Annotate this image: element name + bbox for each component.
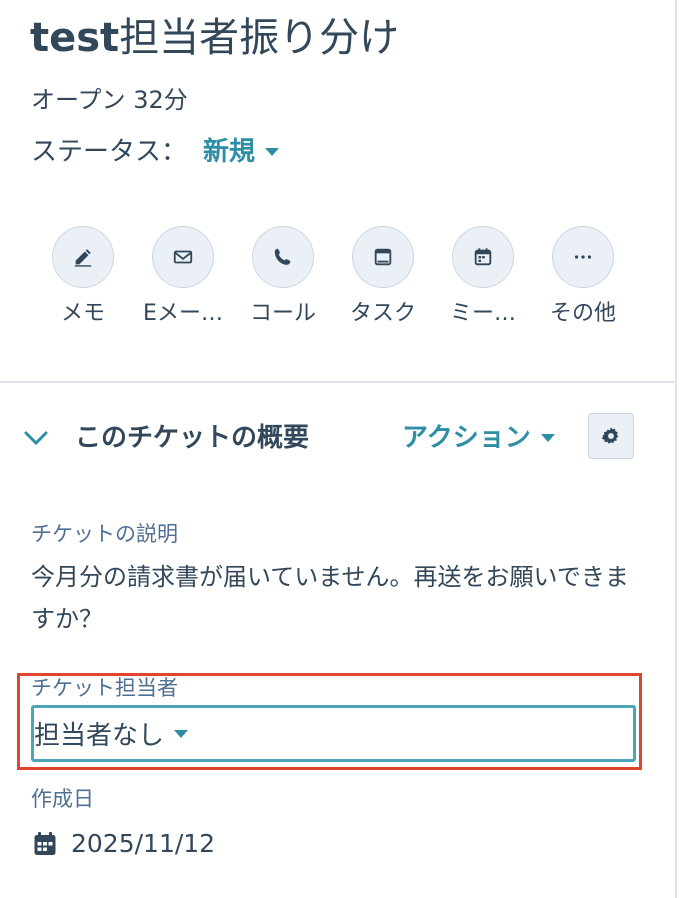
note-action[interactable]: メモ (33, 226, 133, 330)
meeting-action[interactable]: ミー… (433, 226, 533, 330)
created-date: 2025/11/12 (33, 827, 215, 861)
status-label: ステータス： (31, 137, 188, 167)
phone-icon[interactable] (252, 226, 314, 288)
ticket-title: test担当者振り分け (30, 15, 400, 61)
more-icon[interactable] (552, 226, 614, 288)
email-icon[interactable] (152, 226, 214, 288)
more-action[interactable]: その他 (533, 226, 633, 330)
section-title: このチケットの概要 (75, 423, 310, 453)
caret-down-icon (265, 148, 280, 156)
section-divider (0, 381, 675, 383)
gear-icon (602, 427, 619, 444)
task-action[interactable]: タスク (333, 226, 433, 330)
call-action[interactable]: コール (233, 226, 333, 330)
status-row: ステータス： 新規 (31, 134, 280, 170)
calendar-icon (34, 832, 56, 855)
edit-icon[interactable] (52, 226, 114, 288)
description-label: チケットの説明 (31, 522, 178, 546)
owner-select[interactable]: 担当者なし (31, 705, 636, 762)
caret-down-icon (174, 729, 189, 738)
owner-label: チケット担当者 (31, 676, 178, 700)
open-duration: オープン 32分 (31, 86, 188, 114)
panel-right-border (675, 0, 677, 898)
task-icon[interactable] (352, 226, 414, 288)
created-date-value: 2025/11/12 (71, 829, 216, 858)
owner-value: 担当者なし (34, 721, 165, 751)
created-date-label: 作成日 (31, 787, 94, 811)
overview-section-header: このチケットの概要 アクション (22, 412, 642, 464)
actions-dropdown[interactable]: アクション (402, 420, 555, 456)
calendar-icon[interactable] (452, 226, 514, 288)
email-action[interactable]: Eメー… (133, 226, 233, 330)
chevron-down-icon[interactable] (22, 424, 50, 452)
caret-down-icon (540, 434, 555, 442)
status-dropdown[interactable]: 新規 (203, 134, 280, 170)
description-value: 今月分の請求書が届いていません。再送をお願いできますか？ (31, 563, 629, 633)
settings-button[interactable] (588, 413, 634, 459)
